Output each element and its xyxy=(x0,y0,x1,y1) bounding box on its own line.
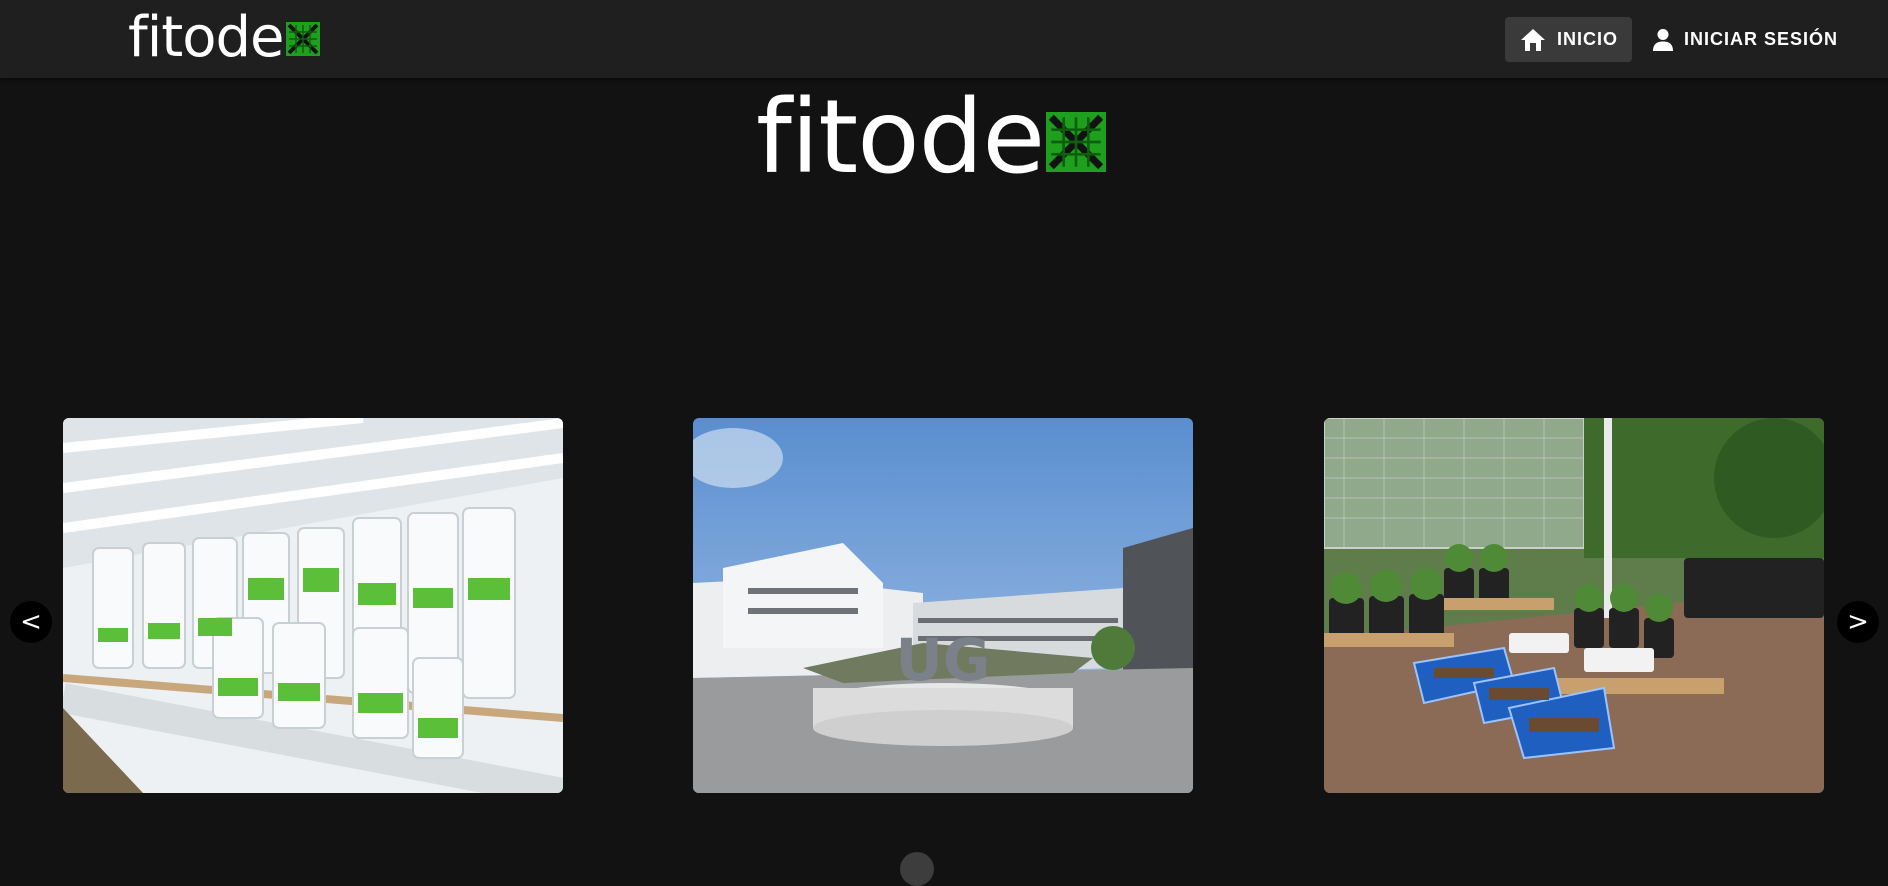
hero-logo: fitode xyxy=(756,78,1107,197)
carousel-prev-button[interactable]: < xyxy=(10,601,52,643)
logo-x-mark-icon xyxy=(285,10,320,66)
carousel-next-button[interactable]: > xyxy=(1837,601,1879,643)
carousel-dot-indicator[interactable] xyxy=(900,852,934,886)
navbar-logo[interactable]: fitode xyxy=(128,6,320,70)
hero-logo-wordmark: fitode xyxy=(756,78,1107,197)
logo-text: fitode xyxy=(128,5,284,70)
nav-iniciar-sesion-label: INICIAR SESIÓN xyxy=(1683,29,1838,49)
top-navbar: fitode INICIO INICIAR SESIÓN xyxy=(0,0,1888,78)
nav-inicio-label: INICIO xyxy=(1556,29,1618,49)
carousel-slide-lab[interactable] xyxy=(63,418,563,793)
nav-iniciar-sesion-button[interactable]: INICIAR SESIÓN xyxy=(1638,17,1852,62)
carousel-slide-campus[interactable]: UG xyxy=(693,418,1193,793)
nav-inicio-button[interactable]: INICIO xyxy=(1504,17,1632,62)
image-carousel: UG < > xyxy=(0,418,1888,793)
logo-wordmark: fitode xyxy=(128,10,320,66)
home-icon xyxy=(1519,27,1547,53)
hero-logo-x-mark-icon xyxy=(1046,87,1107,189)
campus-sign-text: UG xyxy=(896,626,991,694)
main-nav: INICIO INICIAR SESIÓN xyxy=(1504,17,1852,62)
user-icon xyxy=(1652,28,1674,52)
hero-logo-text: fitode xyxy=(756,78,1045,197)
carousel-slide-nursery[interactable] xyxy=(1324,418,1824,793)
